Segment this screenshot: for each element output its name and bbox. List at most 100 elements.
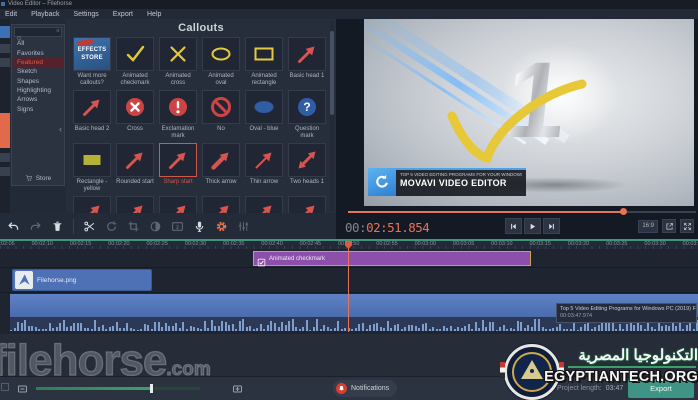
rotate-button[interactable] bbox=[101, 217, 122, 236]
tool-icon[interactable] bbox=[0, 58, 10, 67]
waveform-bar bbox=[644, 329, 646, 331]
callout-tile-sharp-start[interactable]: Sharp start bbox=[159, 143, 197, 196]
title-bar: Video Editor – Filehorse bbox=[0, 0, 698, 9]
waveform-bar bbox=[119, 328, 121, 331]
sidebar-item-favorites[interactable]: Favorites bbox=[14, 48, 64, 57]
playhead-line[interactable] bbox=[348, 241, 349, 332]
callout-tile-rectangle-yellow[interactable]: Rectangle - yellow bbox=[73, 143, 111, 196]
search-input[interactable]: × bbox=[14, 27, 62, 37]
waveform-bar bbox=[70, 326, 72, 331]
waveform-bar bbox=[527, 325, 529, 331]
callout-tile[interactable] bbox=[116, 196, 154, 213]
seek-knob[interactable] bbox=[620, 208, 627, 215]
next-frame-button[interactable] bbox=[543, 218, 560, 234]
callout-tile-thin-arrow[interactable]: Thin arrow bbox=[245, 143, 283, 196]
waveform-bar bbox=[10, 330, 12, 332]
split-button[interactable] bbox=[79, 217, 100, 236]
redo-button[interactable] bbox=[25, 217, 46, 236]
sidebar-item-featured[interactable]: Featured bbox=[14, 58, 64, 67]
waveform-bar bbox=[91, 329, 93, 331]
menu-item-playback[interactable]: Playback bbox=[31, 11, 59, 18]
sidebar-item-sketch[interactable]: Sketch bbox=[14, 67, 64, 76]
callout-clip[interactable]: Animated checkmark bbox=[253, 251, 531, 266]
collapse-sidebar-chevron[interactable]: ‹ bbox=[59, 124, 62, 134]
waveform-bar bbox=[105, 329, 107, 331]
callout-tile-cross[interactable]: Cross bbox=[116, 90, 154, 143]
waveform-bar bbox=[165, 323, 167, 331]
waveform-bar bbox=[429, 329, 431, 331]
waveform-bar bbox=[327, 327, 329, 331]
clip-thumbnail bbox=[15, 271, 33, 289]
callout-tile-oval-blue[interactable]: Oval - blue bbox=[245, 90, 283, 143]
seek-bar[interactable] bbox=[348, 210, 696, 214]
callout-tile-animated-oval[interactable]: Animated oval bbox=[202, 37, 240, 90]
zoom-in-button[interactable] bbox=[231, 382, 244, 394]
menu-item-help[interactable]: Help bbox=[147, 11, 161, 18]
ruler-label: 00:02:30 bbox=[185, 241, 206, 247]
callout-tile-basic-head-2[interactable]: Basic head 2 bbox=[73, 90, 111, 143]
waveform-bar bbox=[580, 327, 582, 331]
callout-tile-no[interactable]: No bbox=[202, 90, 240, 143]
tool-icon[interactable] bbox=[0, 167, 10, 176]
undo-button[interactable] bbox=[3, 217, 24, 236]
sidebar-item-highlighting[interactable]: Highlighting bbox=[14, 86, 64, 95]
tool-icon[interactable] bbox=[0, 44, 10, 53]
menu-item-edit[interactable]: Edit bbox=[5, 11, 17, 18]
callout-tile-question-mark[interactable]: ?Question mark bbox=[288, 90, 326, 143]
crop-button[interactable] bbox=[123, 217, 144, 236]
notifications-button[interactable]: Notifications bbox=[333, 380, 397, 397]
sidebar-item-shapes[interactable]: Shapes bbox=[14, 77, 64, 86]
callout-tile-rounded-start[interactable]: Rounded start bbox=[116, 143, 154, 196]
menu-item-settings[interactable]: Settings bbox=[73, 11, 98, 18]
previous-frame-button[interactable] bbox=[505, 218, 522, 234]
aspect-ratio-button[interactable]: 16:9 bbox=[638, 220, 658, 233]
callout-tile-exclamation-mark[interactable]: Exclamation mark bbox=[159, 90, 197, 143]
callout-tile-want-more-callouts-[interactable]: EFFECTSSTOREWant more callouts? bbox=[73, 37, 111, 90]
media-tab-icon[interactable] bbox=[0, 26, 10, 38]
waveform-bar bbox=[21, 323, 23, 331]
callout-tile-animated-checkmark[interactable]: Animated checkmark bbox=[116, 37, 154, 90]
store-label: Store bbox=[36, 175, 52, 182]
waveform-bar bbox=[214, 326, 216, 331]
tool-icon[interactable] bbox=[0, 153, 10, 162]
waveform-bar bbox=[288, 321, 290, 331]
callout-tile-thick-arrow[interactable]: Thick arrow bbox=[202, 143, 240, 196]
play-button[interactable] bbox=[524, 218, 541, 234]
callout-tile-animated-rectangle[interactable]: Animated rectangle bbox=[245, 37, 283, 90]
callout-tile[interactable] bbox=[202, 196, 240, 213]
waveform-bar bbox=[380, 327, 382, 331]
record-audio-button[interactable] bbox=[189, 217, 210, 236]
callout-tile[interactable] bbox=[245, 196, 283, 213]
arrow-icon bbox=[159, 143, 197, 177]
callout-tile-two-heads-1[interactable]: Two heads 1 bbox=[288, 143, 326, 196]
scrollbar-thumb[interactable] bbox=[330, 31, 334, 115]
callouts-grid: EFFECTSSTOREWant more callouts?Animated … bbox=[73, 37, 329, 213]
store-button[interactable]: Store bbox=[12, 174, 64, 182]
waveform-bar bbox=[154, 322, 156, 331]
waveform-bar bbox=[468, 324, 470, 331]
sidebar-item-signs[interactable]: Signs bbox=[14, 105, 64, 114]
sidebar-item-all[interactable]: All bbox=[14, 39, 64, 48]
scrollbar[interactable] bbox=[330, 21, 334, 211]
waveform-bar bbox=[274, 323, 276, 331]
circle-excl-icon bbox=[159, 90, 197, 124]
delete-button[interactable] bbox=[47, 217, 68, 236]
callouts-tab-icon[interactable] bbox=[0, 113, 10, 148]
menu-item-export[interactable]: Export bbox=[113, 11, 133, 18]
color-adjust-button[interactable] bbox=[145, 217, 166, 236]
callout-tile-basic-head-1[interactable]: Basic head 1 bbox=[288, 37, 326, 90]
svg-text:?: ? bbox=[303, 100, 310, 114]
sidebar-item-arrows[interactable]: Arrows bbox=[14, 95, 64, 104]
clear-search-icon[interactable]: × bbox=[56, 28, 60, 35]
transition-wizard-button[interactable]: 2 bbox=[167, 217, 188, 236]
overlay-clip[interactable]: Filehorse.png bbox=[12, 269, 152, 291]
timeline-zoom-slider[interactable] bbox=[36, 387, 200, 390]
callout-tile[interactable] bbox=[288, 196, 326, 213]
callout-tile-animated-cross[interactable]: Animated cross bbox=[159, 37, 197, 90]
callout-tile[interactable] bbox=[73, 196, 111, 213]
audio-levels-button[interactable] bbox=[233, 217, 254, 236]
fullscreen-button[interactable] bbox=[680, 219, 694, 233]
detach-player-button[interactable] bbox=[662, 219, 676, 233]
clip-properties-button[interactable] bbox=[211, 217, 232, 236]
callout-tile[interactable] bbox=[159, 196, 197, 213]
